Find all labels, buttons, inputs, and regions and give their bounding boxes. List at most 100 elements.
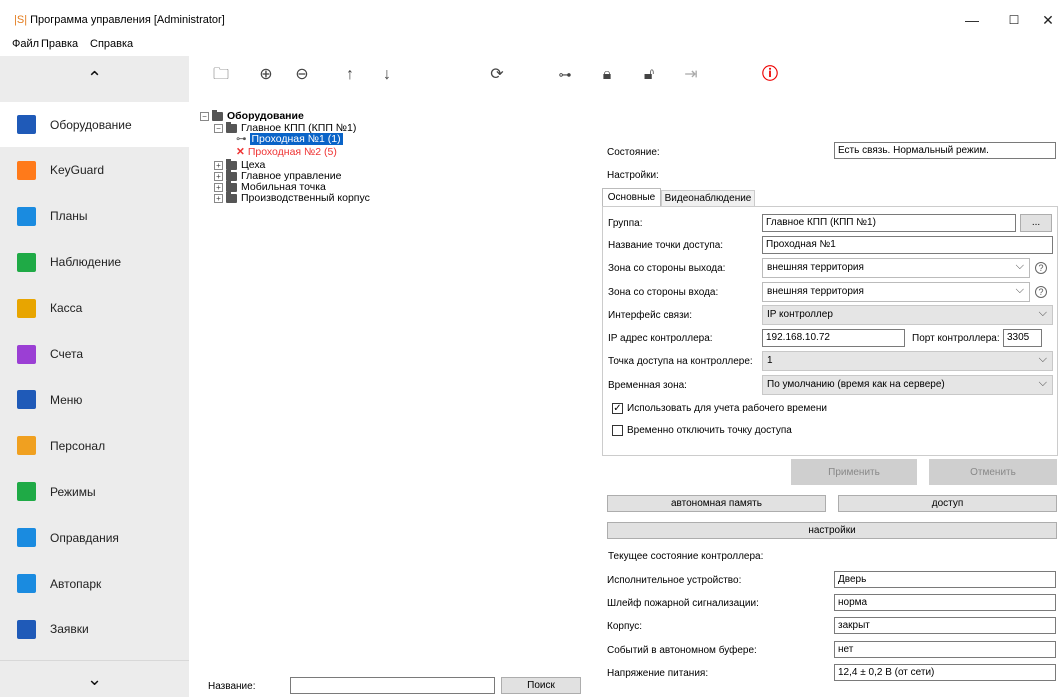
sidebar-item-label: Автопарк bbox=[50, 576, 102, 591]
tree-node-gate-2[interactable]: Проходная №2 (5) bbox=[248, 146, 337, 158]
add-icon[interactable]: ⊕ bbox=[255, 64, 277, 86]
collapse-icon[interactable]: − bbox=[200, 111, 209, 121]
port-label: Порт контроллера: bbox=[912, 333, 1000, 344]
sidebar-item-1[interactable]: KeyGuard bbox=[0, 148, 189, 193]
menu-help[interactable]: Справка bbox=[90, 38, 133, 50]
lock-icon[interactable]: 🔒︎ bbox=[596, 64, 618, 86]
sidebar-item-label: Меню bbox=[50, 392, 83, 407]
help-icon[interactable]: ? bbox=[1035, 286, 1047, 298]
error-icon: ✕ bbox=[236, 146, 245, 158]
keyguard-icon bbox=[17, 160, 36, 180]
apply-button[interactable]: Применить bbox=[791, 459, 917, 485]
checkbox-icon: ✓ bbox=[612, 403, 623, 414]
access-point-select[interactable]: 1 ⌵ bbox=[762, 351, 1053, 371]
close-button[interactable]: ✕ bbox=[1038, 10, 1058, 30]
maximize-button[interactable]: ☐ bbox=[1004, 10, 1024, 30]
key-icon[interactable]: ⊶ bbox=[554, 64, 576, 86]
enter-icon[interactable]: ⇥ bbox=[680, 64, 702, 86]
remove-icon[interactable]: ⊖ bbox=[291, 64, 313, 86]
controller-settings-button[interactable]: настройки bbox=[607, 522, 1057, 539]
arrow-up-icon[interactable]: ↑ bbox=[339, 64, 361, 86]
search-input[interactable] bbox=[290, 677, 495, 694]
expand-icon[interactable]: + bbox=[214, 171, 223, 181]
group-browse-button[interactable]: ... bbox=[1020, 214, 1052, 232]
sidebar-item-11[interactable]: Заявки bbox=[0, 607, 189, 652]
sidebar-item-5[interactable]: Счета bbox=[0, 332, 189, 377]
chevron-down-icon: ⌵ bbox=[1038, 353, 1047, 365]
exit-zone-select[interactable]: внешняя территория ⌵ bbox=[762, 258, 1030, 278]
controller-row-value: Дверь bbox=[834, 571, 1056, 588]
exit-zone-label: Зона со стороны выхода: bbox=[608, 263, 726, 274]
folder-icon bbox=[226, 180, 237, 192]
sidebar-item-4[interactable]: Касса bbox=[0, 286, 189, 331]
tree-node-gate-1[interactable]: Проходная №1 (1) bbox=[249, 133, 343, 145]
folder-icon bbox=[226, 169, 237, 181]
refresh-icon[interactable]: ⟳ bbox=[486, 64, 508, 86]
sidebar-scroll-down[interactable]: ⌄ bbox=[0, 660, 189, 697]
expand-icon[interactable]: + bbox=[214, 182, 223, 192]
tree-root[interactable]: Оборудование bbox=[227, 110, 304, 122]
tab-main[interactable]: Основные bbox=[602, 188, 661, 207]
staff-icon bbox=[17, 436, 36, 456]
timezone-value: По умолчанию (время как на сервере) bbox=[767, 379, 945, 390]
access-point-value: 1 bbox=[767, 355, 773, 366]
network-icon bbox=[17, 115, 36, 134]
collapse-icon[interactable]: − bbox=[214, 123, 223, 133]
app-logo: |S| bbox=[14, 14, 28, 26]
disable-checkbox[interactable]: Временно отключить точку доступа bbox=[612, 425, 792, 436]
worktime-checkbox[interactable]: ✓ Использовать для учета рабочего времени bbox=[612, 403, 827, 414]
chevron-down-icon: ⌵ bbox=[1015, 284, 1024, 296]
state-label: Состояние: bbox=[607, 147, 660, 158]
interface-select[interactable]: IP контроллер ⌵ bbox=[762, 305, 1053, 325]
sidebar-scroll-up[interactable]: ⌃ bbox=[0, 56, 189, 100]
timezone-select[interactable]: По умолчанию (время как на сервере) ⌵ bbox=[762, 375, 1053, 395]
sidebar-item-7[interactable]: Персонал bbox=[0, 423, 189, 468]
folder-icon bbox=[226, 121, 237, 133]
autonomous-memory-button[interactable]: автономная память bbox=[607, 495, 826, 512]
controller-row-value: 12,4 ± 0,2 В (от сети) bbox=[834, 663, 1056, 681]
sidebar-item-label: Оборудование bbox=[50, 117, 132, 132]
minimize-button[interactable]: — bbox=[962, 10, 982, 30]
ip-field[interactable]: 192.168.10.72 bbox=[762, 329, 905, 347]
unlock-icon[interactable]: 🔓︎ bbox=[638, 64, 660, 86]
sidebar-item-label: Планы bbox=[50, 209, 88, 224]
sidebar-item-10[interactable]: Автопарк bbox=[0, 561, 189, 606]
disable-checkbox-label: Временно отключить точку доступа bbox=[627, 425, 792, 436]
sidebar-item-label: Счета bbox=[50, 347, 84, 361]
checkbox-icon bbox=[612, 425, 623, 436]
menu-edit[interactable]: Правка bbox=[41, 38, 78, 50]
tree-node-production[interactable]: Производственный корпус bbox=[241, 192, 370, 204]
sidebar-item-3[interactable]: Наблюдение bbox=[0, 240, 189, 285]
sidebar-item-6[interactable]: Меню bbox=[0, 377, 189, 422]
add-folder-icon[interactable]: 🗀 bbox=[210, 64, 232, 86]
alarm-icon[interactable]: ⓘ bbox=[759, 64, 781, 86]
controller-row-label: Событий в автономном буфере: bbox=[607, 644, 757, 656]
sidebar-item-9[interactable]: Оправдания bbox=[0, 515, 189, 560]
window-title: |S| Программа управления [Administrator] bbox=[14, 14, 225, 26]
name-field[interactable]: Проходная №1 bbox=[762, 236, 1053, 254]
key-icon: ⊶ bbox=[236, 133, 247, 145]
expand-icon[interactable]: + bbox=[214, 193, 223, 203]
controller-row-value: закрыт bbox=[834, 617, 1056, 635]
search-button[interactable]: Поиск bbox=[501, 677, 581, 694]
accounts-icon bbox=[17, 344, 36, 364]
entry-zone-select[interactable]: внешняя территория ⌵ bbox=[762, 282, 1030, 302]
sidebar-item-8[interactable]: Режимы bbox=[0, 469, 189, 514]
port-field[interactable]: 3305 bbox=[1003, 329, 1042, 347]
cancel-button[interactable]: Отменить bbox=[929, 459, 1057, 485]
sidebar-item-label: Касса bbox=[50, 301, 83, 316]
tab-video[interactable]: Видеонаблюдение bbox=[661, 190, 755, 207]
help-icon[interactable]: ? bbox=[1035, 262, 1047, 274]
sidebar-item-0[interactable]: Оборудование bbox=[0, 102, 189, 147]
access-button[interactable]: доступ bbox=[838, 495, 1057, 512]
exit-zone-value: внешняя территория bbox=[767, 262, 864, 273]
arrow-down-icon[interactable]: ↓ bbox=[376, 64, 398, 86]
controller-row-label: Напряжение питания: bbox=[607, 667, 709, 679]
expand-icon[interactable]: + bbox=[214, 160, 223, 170]
entry-zone-value: внешняя территория bbox=[767, 286, 864, 297]
menu-file[interactable]: Файл bbox=[12, 38, 39, 50]
sidebar-item-2[interactable]: Планы bbox=[0, 194, 189, 239]
access-point-label: Точка доступа на контроллере: bbox=[608, 356, 753, 367]
window-title-text: Программа управления [Administrator] bbox=[30, 14, 225, 26]
entry-zone-label: Зона со стороны входа: bbox=[608, 287, 719, 298]
